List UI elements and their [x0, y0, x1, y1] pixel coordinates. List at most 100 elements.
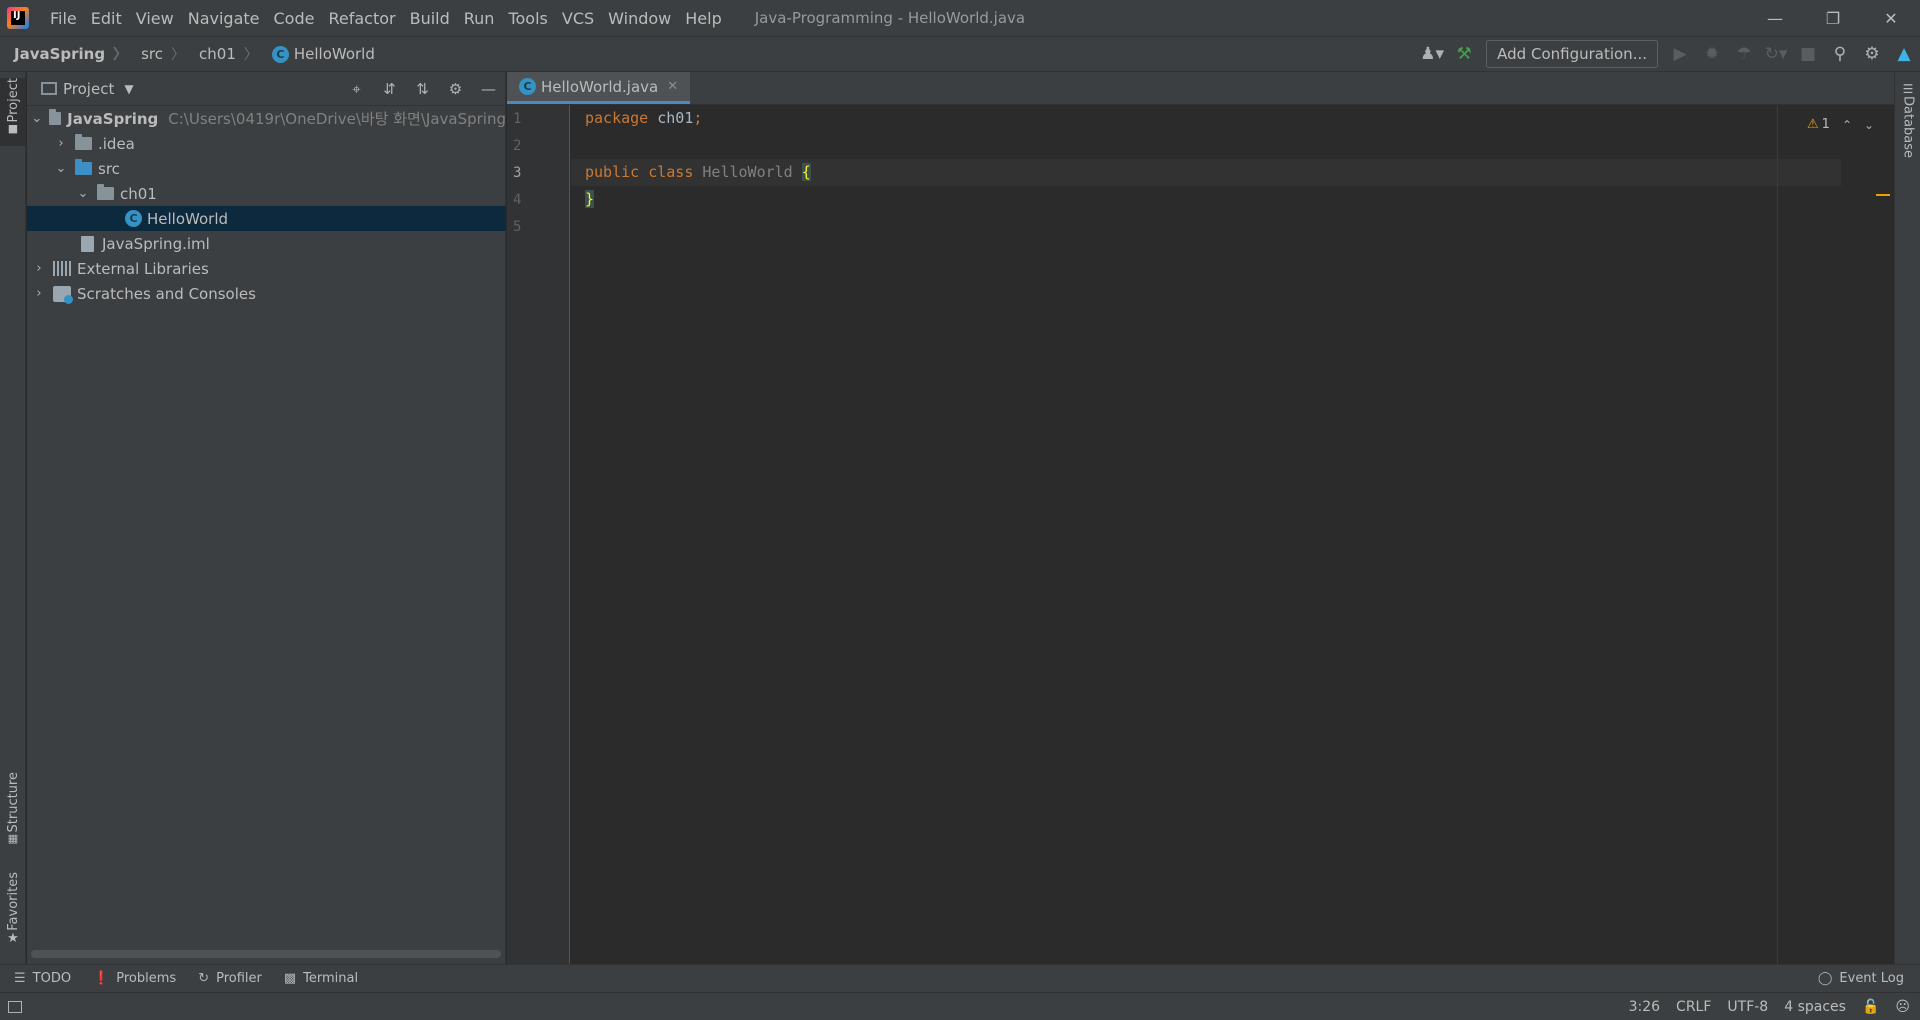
event-log-tab[interactable]: ◯ Event Log	[1818, 971, 1904, 986]
code-editor[interactable]: package ch01; public class HelloWorld { …	[571, 105, 1894, 964]
code-line[interactable]: }	[571, 186, 1841, 213]
folder-icon	[75, 134, 92, 150]
close-icon[interactable]: ✕	[667, 79, 678, 94]
debug-icon[interactable]: ✹	[1696, 38, 1728, 70]
close-window-button[interactable]: ✕	[1862, 0, 1920, 36]
terminal-tab[interactable]: ▩ Terminal	[284, 971, 358, 986]
tree-item-iml[interactable]: JavaSpring.iml	[27, 231, 506, 256]
file-encoding[interactable]: UTF-8	[1727, 999, 1768, 1015]
lock-icon[interactable]: 🔓	[1862, 999, 1879, 1015]
tab-structure[interactable]: Structure ▦	[0, 772, 26, 852]
tab-helloworld-java[interactable]: C HelloWorld.java ✕	[507, 72, 691, 104]
list-icon: ☰	[14, 971, 26, 986]
tree-item-javaspring[interactable]: ⌄ JavaSpring C:\Users\0419r\OneDrive\바탕 …	[27, 106, 506, 131]
inspection-widget[interactable]: ⚠ 1 ⌃ ⌄	[1807, 117, 1874, 132]
gear-icon[interactable]: ⚙	[439, 80, 472, 98]
menu-help[interactable]: Help	[678, 9, 728, 28]
restore-button[interactable]: ❐	[1804, 0, 1862, 36]
chevron-up-icon[interactable]: ⌃	[1842, 118, 1852, 132]
problems-tab[interactable]: ❗ Problems	[93, 971, 176, 986]
menu-navigate[interactable]: Navigate	[181, 9, 267, 28]
iml-file-icon	[81, 235, 94, 252]
menu-tools[interactable]: Tools	[501, 9, 554, 28]
chevron-down-icon[interactable]: ⌄	[31, 111, 43, 126]
line-number: 4	[513, 192, 522, 208]
project-view-icon	[41, 82, 57, 95]
caret-position[interactable]: 3:26	[1629, 999, 1660, 1015]
expand-all-icon[interactable]: ⇵	[373, 80, 406, 98]
warning-stripe-mark[interactable]	[1876, 194, 1890, 196]
tab-database[interactable]: ☰ Database	[1895, 82, 1920, 162]
settings-gear-icon[interactable]: ⚙	[1856, 38, 1888, 70]
menu-vcs[interactable]: VCS	[555, 9, 601, 28]
breadcrumb-class[interactable]: C HelloWorld	[258, 45, 375, 63]
menu-view[interactable]: View	[129, 9, 181, 28]
line-number-current: 3	[513, 165, 522, 181]
navigation-bar: JavaSpring 〉 src 〉 ch01 〉 C HelloWorld ♟▾ ⚒ …	[0, 36, 1920, 72]
run-icon[interactable]: ▶	[1664, 38, 1696, 70]
code-line[interactable]: package ch01;	[571, 105, 1841, 132]
hide-panel-icon[interactable]: —	[472, 80, 505, 98]
locate-icon[interactable]: ⌖	[340, 80, 373, 98]
project-panel-title[interactable]: Project	[63, 80, 114, 98]
menu-build[interactable]: Build	[403, 9, 457, 28]
package-icon	[97, 184, 114, 200]
chevron-down-icon[interactable]: ⌄	[75, 186, 91, 201]
menu-refactor[interactable]: Refactor	[321, 9, 402, 28]
window-title: Java-Programming - HelloWorld.java	[754, 9, 1026, 27]
tree-item-idea[interactable]: › .idea	[27, 131, 506, 156]
todo-tab[interactable]: ☰ TODO	[14, 971, 71, 986]
account-icon[interactable]: ♟▾	[1416, 38, 1448, 70]
line-separator[interactable]: CRLF	[1676, 999, 1711, 1015]
intellij-logo-icon[interactable]: IJ	[7, 7, 29, 29]
menu-run[interactable]: Run	[457, 9, 502, 28]
chevron-right-icon[interactable]: ›	[31, 261, 47, 276]
tree-item-ch01[interactable]: ⌄ ch01	[27, 181, 506, 206]
build-hammer-icon[interactable]: ⚒	[1448, 38, 1480, 70]
collapse-all-icon[interactable]: ⇅	[406, 80, 439, 98]
horizontal-scrollbar[interactable]	[31, 950, 501, 958]
class-icon: C	[519, 78, 536, 95]
code-with-me-icon[interactable]: ▲	[1888, 38, 1920, 70]
warning-icon: ⚠	[1807, 117, 1819, 132]
title-bar: IJ File Edit View Navigate Code Refactor…	[0, 0, 1920, 36]
add-configuration-button[interactable]: Add Configuration...	[1486, 40, 1658, 68]
matched-brace: {	[801, 163, 811, 181]
toggle-tool-windows-icon[interactable]	[8, 1000, 22, 1013]
tree-item-scratches[interactable]: › Scratches and Consoles	[27, 281, 506, 306]
tab-favorites[interactable]: Favorites ★	[0, 872, 26, 956]
tree-item-helloworld[interactable]: C HelloWorld	[27, 206, 506, 231]
line-number: 2	[513, 138, 522, 154]
code-line[interactable]	[571, 132, 1841, 159]
profile-icon[interactable]: ↻▾	[1760, 38, 1792, 70]
chevron-right-icon[interactable]: ›	[31, 286, 47, 301]
event-log-icon: ◯	[1817, 971, 1833, 986]
breadcrumb-src[interactable]: src 〉	[127, 44, 185, 64]
menu-window[interactable]: Window	[601, 9, 678, 28]
database-icon: ☰	[1902, 82, 1914, 96]
chevron-down-icon[interactable]: ⌄	[1864, 118, 1874, 132]
menu-file[interactable]: File	[43, 9, 84, 28]
tab-project[interactable]: Project ■	[0, 78, 26, 146]
coverage-icon[interactable]: ☂	[1728, 38, 1760, 70]
profiler-tab[interactable]: ↻ Profiler	[198, 971, 262, 986]
tree-item-src[interactable]: ⌄ src	[27, 156, 506, 181]
breadcrumb-package[interactable]: ch01 〉	[185, 44, 258, 64]
menu-edit[interactable]: Edit	[84, 9, 129, 28]
code-line[interactable]	[571, 213, 1841, 240]
matched-brace: }	[585, 190, 595, 208]
chevron-down-icon[interactable]: ⌄	[53, 161, 69, 176]
indent-setting[interactable]: 4 spaces	[1784, 999, 1846, 1015]
minimize-button[interactable]: —	[1746, 0, 1804, 36]
tree-item-external-libraries[interactable]: › External Libraries	[27, 256, 506, 281]
stop-icon[interactable]: ■	[1792, 38, 1824, 70]
chevron-down-icon[interactable]: ▼	[124, 82, 133, 96]
profiler-icon: ↻	[198, 971, 210, 986]
menu-code[interactable]: Code	[267, 9, 322, 28]
folder-icon: ■	[7, 122, 19, 136]
code-line-current[interactable]: public class HelloWorld {	[571, 159, 1841, 186]
chevron-right-icon[interactable]: ›	[53, 136, 69, 151]
inspections-icon[interactable]: ☹	[1895, 999, 1910, 1015]
breadcrumb-project[interactable]: JavaSpring 〉	[0, 44, 127, 64]
search-icon[interactable]: ⚲	[1824, 38, 1856, 70]
